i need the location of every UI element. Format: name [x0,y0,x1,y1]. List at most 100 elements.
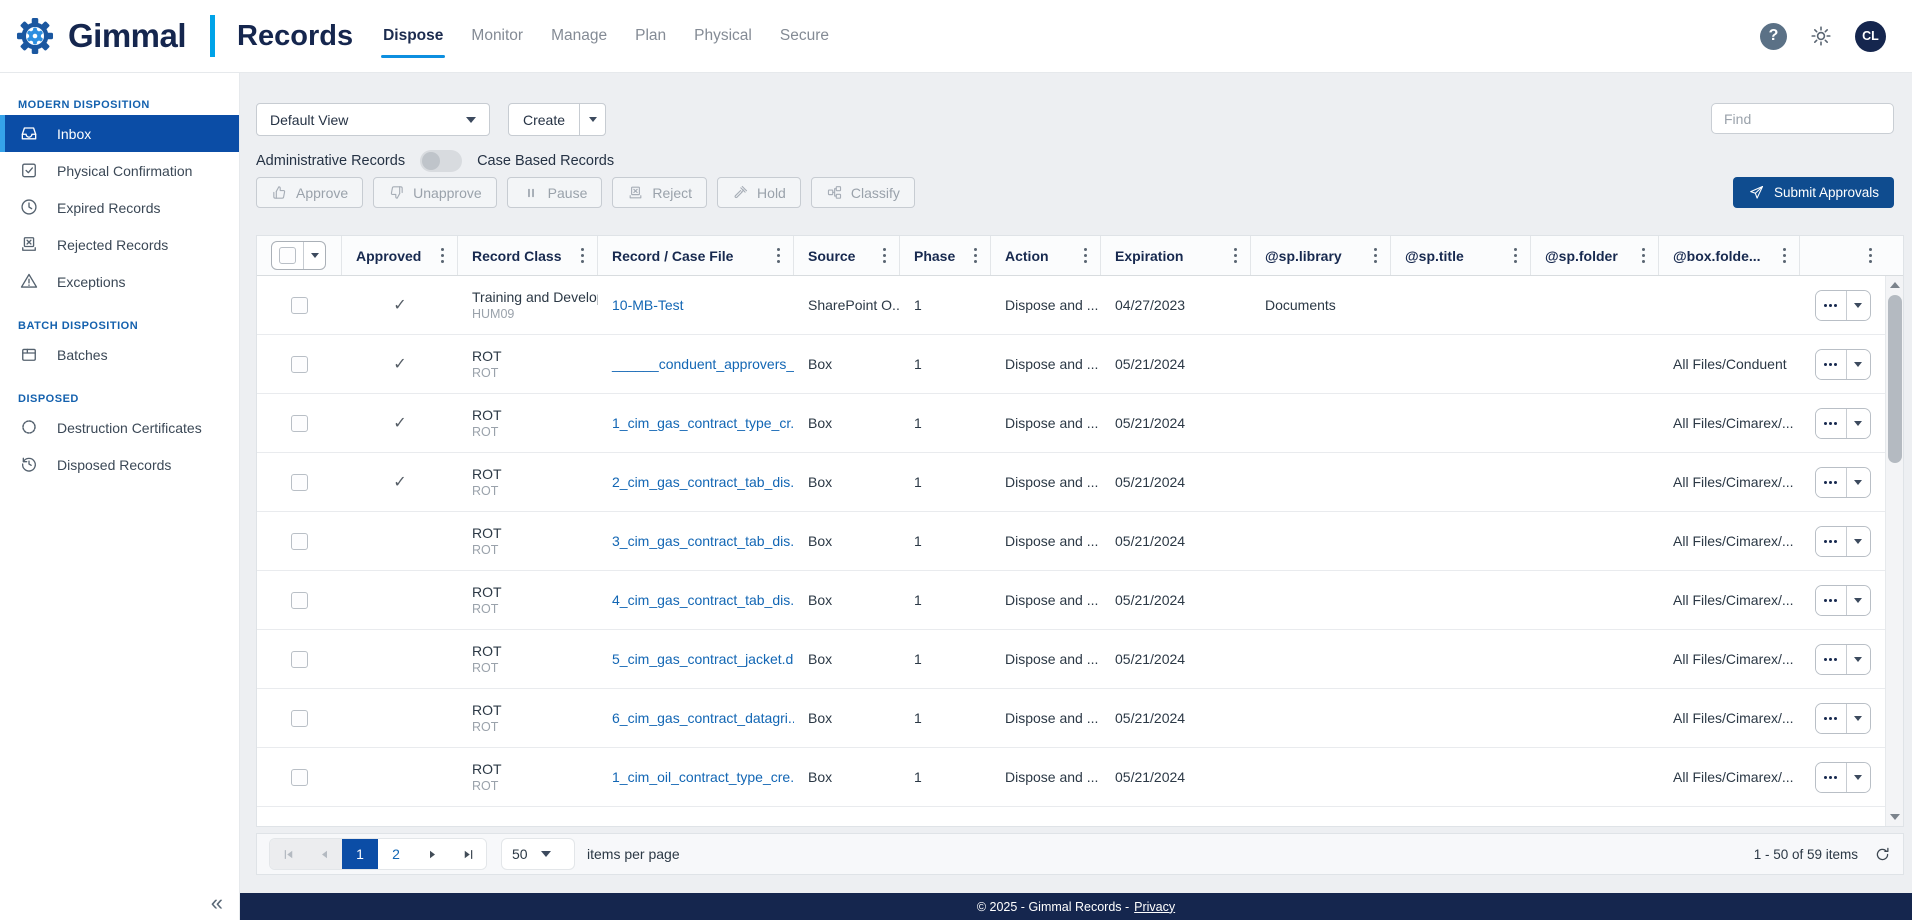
pager-last-button[interactable] [450,839,486,869]
sidebar-collapse-button[interactable]: « [211,890,223,916]
pager-first-button[interactable] [270,839,306,869]
settings-gear-icon[interactable] [1809,24,1833,48]
row-checkbox[interactable] [291,474,308,491]
row-more-button[interactable] [1816,704,1846,733]
view-select[interactable]: Default View [256,103,490,136]
row-dropdown-button[interactable] [1846,291,1870,320]
table-row[interactable]: ROTROT 6_cim_gas_contract_datagri... Box… [257,689,1885,748]
row-more-button[interactable] [1816,409,1846,438]
pager-page-1[interactable]: 1 [342,839,378,869]
record-link[interactable]: ______conduent_approvers_... [612,356,794,372]
table-row[interactable]: ✓ ROTROT 1_cim_gas_contract_type_cr... B… [257,394,1885,453]
sidebar-item-rejected-records[interactable]: Rejected Records [0,226,239,263]
row-checkbox[interactable] [291,297,308,314]
row-more-button[interactable] [1816,763,1846,792]
scrollbar-thumb[interactable] [1888,295,1902,463]
table-row[interactable]: ROTROT 4_cim_gas_contract_tab_dis... Box… [257,571,1885,630]
select-all-checkbox[interactable] [279,247,296,264]
hold-button[interactable]: Hold [717,177,801,208]
row-dropdown-button[interactable] [1846,586,1870,615]
column-menu-icon[interactable] [1231,245,1240,266]
record-link[interactable]: 10-MB-Test [612,297,684,313]
column-header-source[interactable]: Source [794,236,900,275]
column-header-expiration[interactable]: Expiration [1101,236,1251,275]
row-checkbox[interactable] [291,769,308,786]
scroll-up-button[interactable] [1886,276,1903,294]
row-checkbox[interactable] [291,533,308,550]
sidebar-item-physical-confirmation[interactable]: Physical Confirmation [0,152,239,189]
privacy-link[interactable]: Privacy [1134,900,1175,914]
column-menu-icon[interactable] [1866,245,1875,266]
select-all-dropdown[interactable] [303,242,325,269]
column-menu-icon[interactable] [438,245,447,266]
table-row[interactable]: ROTROT 5_cim_gas_contract_jacket.dql Box… [257,630,1885,689]
nav-tab-monitor[interactable]: Monitor [471,0,523,72]
column-header--box-folde-[interactable]: @box.folde... [1659,236,1800,275]
row-dropdown-button[interactable] [1846,763,1870,792]
nav-tab-secure[interactable]: Secure [780,0,829,72]
create-dropdown-button[interactable] [579,104,605,135]
row-dropdown-button[interactable] [1846,468,1870,497]
record-link[interactable]: 1_cim_gas_contract_type_cr... [612,415,794,431]
sidebar-item-expired-records[interactable]: Expired Records [0,189,239,226]
brand-logo[interactable]: Gimmal Records [0,13,353,59]
sidebar-item-inbox[interactable]: Inbox [0,115,239,152]
table-row[interactable]: ✓ ROTROT 2_cim_gas_contract_tab_dis... B… [257,453,1885,512]
unapprove-button[interactable]: Unapprove [373,177,497,208]
pager-previous-button[interactable] [306,839,342,869]
row-dropdown-button[interactable] [1846,527,1870,556]
nav-tab-dispose[interactable]: Dispose [383,0,443,72]
sidebar-item-batches[interactable]: Batches [0,336,239,373]
sidebar-item-disposed-records[interactable]: Disposed Records [0,446,239,483]
table-row[interactable]: ROTROT 3_cim_gas_contract_tab_dis... Box… [257,512,1885,571]
record-link[interactable]: 5_cim_gas_contract_jacket.dql [612,651,794,667]
column-header-record-case-file[interactable]: Record / Case File [598,236,794,275]
nav-tab-manage[interactable]: Manage [551,0,607,72]
column-menu-icon[interactable] [1081,245,1090,266]
row-checkbox[interactable] [291,415,308,432]
column-header-record-class[interactable]: Record Class [458,236,598,275]
row-more-button[interactable] [1816,350,1846,379]
row-more-button[interactable] [1816,527,1846,556]
column-menu-icon[interactable] [880,245,889,266]
column-menu-icon[interactable] [971,245,980,266]
scroll-down-button[interactable] [1886,808,1903,826]
create-button[interactable]: Create [509,104,579,135]
column-header-phase[interactable]: Phase [900,236,991,275]
refresh-icon[interactable] [1874,846,1891,863]
row-checkbox[interactable] [291,356,308,373]
approve-button[interactable]: Approve [256,177,363,208]
row-more-button[interactable] [1816,291,1846,320]
column-header--sp-folder[interactable]: @sp.folder [1531,236,1659,275]
column-header--sp-library[interactable]: @sp.library [1251,236,1391,275]
table-row[interactable]: ✓ ROTROT ______conduent_approvers_... Bo… [257,335,1885,394]
column-menu-icon[interactable] [774,245,783,266]
row-checkbox[interactable] [291,592,308,609]
column-menu-icon[interactable] [1639,245,1648,266]
column-header-approved[interactable]: Approved [342,236,458,275]
sidebar-item-destruction-certificates[interactable]: Destruction Certificates [0,409,239,446]
record-link[interactable]: 3_cim_gas_contract_tab_dis... [612,533,794,549]
column-header-actions[interactable] [1800,236,1885,275]
row-dropdown-button[interactable] [1846,350,1870,379]
row-dropdown-button[interactable] [1846,645,1870,674]
reject-button[interactable]: Reject [612,177,707,208]
row-checkbox[interactable] [291,651,308,668]
row-dropdown-button[interactable] [1846,704,1870,733]
table-row[interactable]: ✓ Training and DevelopHUM09 10-MB-Test S… [257,276,1885,335]
column-header--sp-title[interactable]: @sp.title [1391,236,1531,275]
row-checkbox[interactable] [291,710,308,727]
table-scrollbar[interactable] [1885,276,1903,826]
column-header-action[interactable]: Action [991,236,1101,275]
column-menu-icon[interactable] [1511,245,1520,266]
sidebar-item-exceptions[interactable]: Exceptions [0,263,239,300]
nav-tab-plan[interactable]: Plan [635,0,666,72]
row-more-button[interactable] [1816,468,1846,497]
row-dropdown-button[interactable] [1846,409,1870,438]
pager-next-button[interactable] [414,839,450,869]
record-link[interactable]: 6_cim_gas_contract_datagri... [612,710,794,726]
user-avatar[interactable]: CL [1855,21,1886,52]
table-row[interactable]: ROTROT 1_cim_oil_contract_type_cre... Bo… [257,748,1885,807]
find-input[interactable] [1711,103,1894,134]
classify-button[interactable]: Classify [811,177,915,208]
